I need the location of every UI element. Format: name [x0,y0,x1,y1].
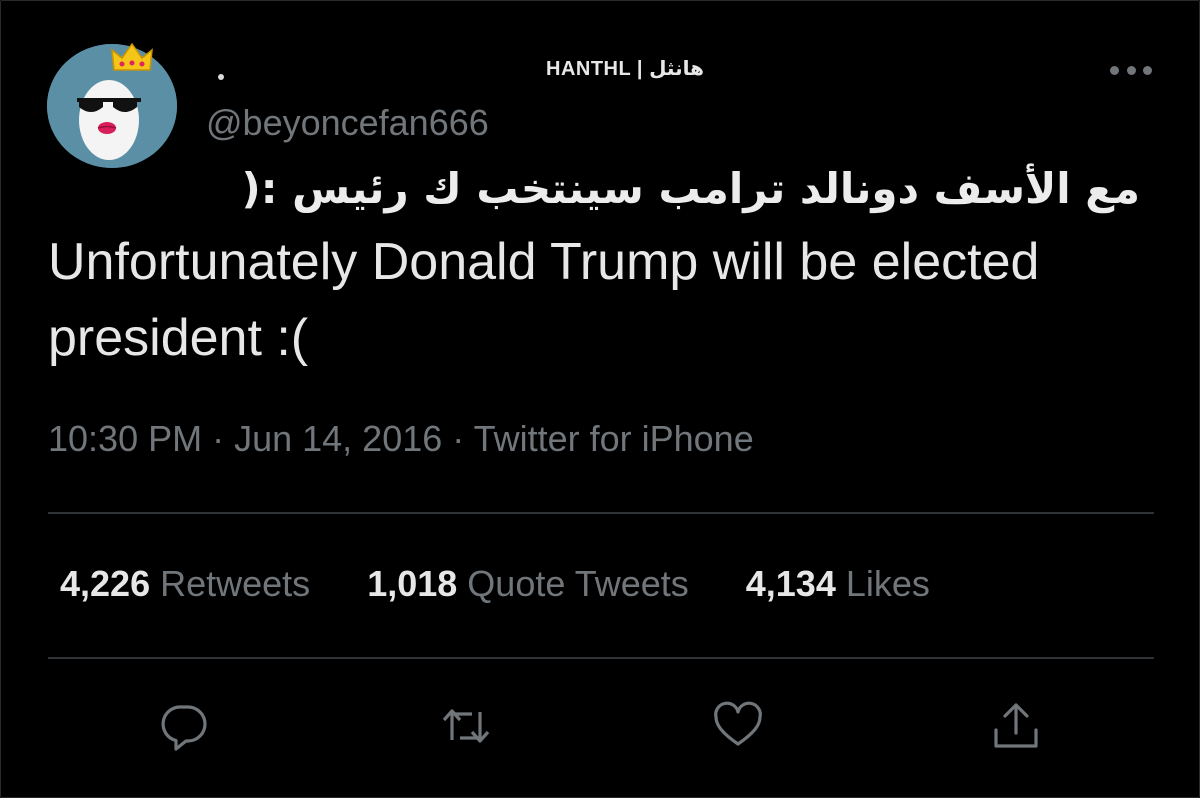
divider-bottom [48,657,1154,659]
tweet-text-english: Unfortunately Donald Trump will be elect… [48,233,1040,367]
crown-icon [111,42,153,71]
stat-retweets[interactable]: 4,226 Retweets [60,563,310,605]
share-icon[interactable] [990,700,1042,752]
stat-likes[interactable]: 4,134 Likes [746,563,930,605]
stat-label: Likes [845,563,930,604]
stat-count: 4,134 [745,563,836,604]
more-dots-icon[interactable] [1110,64,1152,76]
tweet-meta: 10:30 PM · Jun 14, 2016 · Twitter for iP… [48,418,754,459]
stat-label: Quote Tweets [467,563,689,604]
user-handle[interactable]: @beyoncefan666 [206,102,489,144]
tweet-stats: 4,226 Retweets 1,018 Quote Tweets 4,134 … [60,563,987,605]
stat-count: 1,018 [367,563,458,604]
tweet-text-arabic: مع الأسف دونالد ترامب سينتخب ك رئيس :( [241,164,1140,213]
stat-label: Retweets [160,563,311,604]
display-name[interactable]: HANTHL | هانثل [546,56,704,81]
heart-icon[interactable] [712,700,764,752]
name-dot [218,74,224,80]
retweet-icon[interactable] [440,700,492,752]
divider-top [48,512,1154,514]
stat-count: 4,226 [60,563,151,604]
tweet-frame [0,0,1200,798]
reply-bubble-icon[interactable] [158,700,210,752]
stat-quote-tweets[interactable]: 1,018 Quote Tweets [367,563,689,605]
